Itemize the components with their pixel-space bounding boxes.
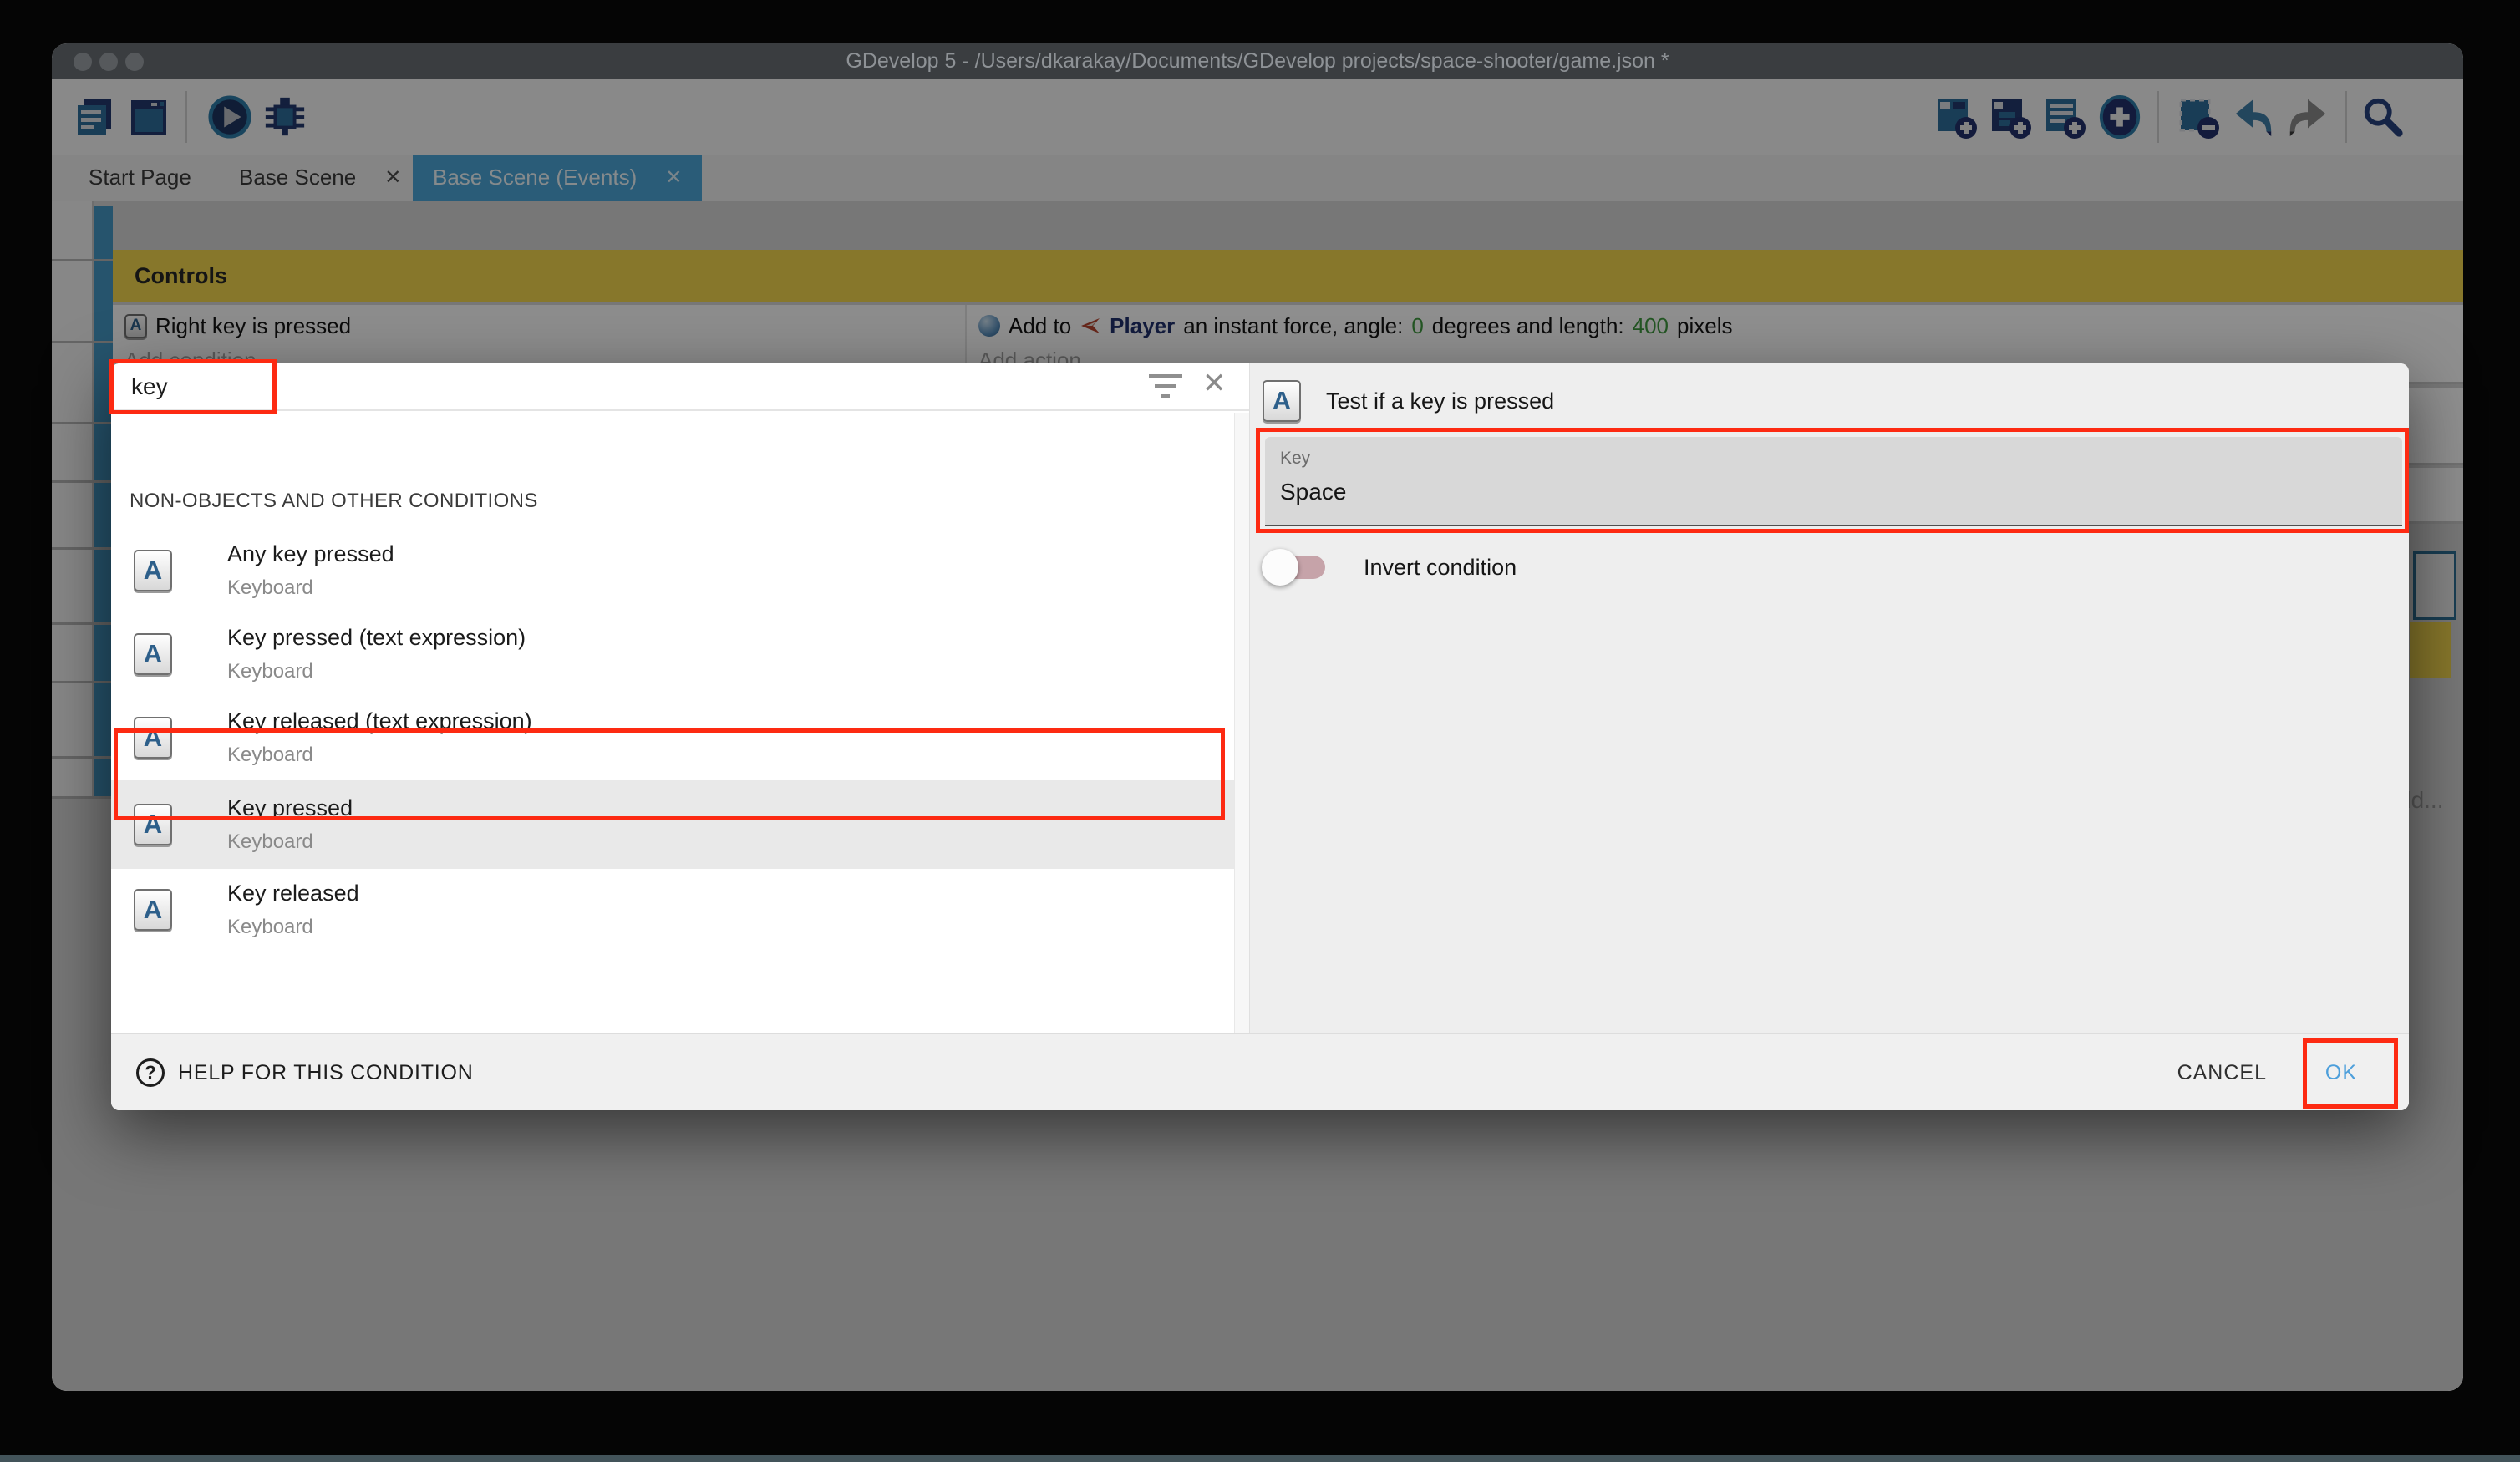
cancel-button[interactable]: CANCEL bbox=[2177, 1034, 2267, 1111]
search-input[interactable] bbox=[131, 370, 1134, 404]
minimize-window-icon[interactable] bbox=[99, 53, 118, 71]
invert-condition-label: Invert condition bbox=[1364, 555, 1517, 581]
filter-icon[interactable] bbox=[1146, 373, 1186, 403]
list-item-key-pressed-text-expression[interactable]: A Key pressed (text expression) Keyboard bbox=[111, 613, 1234, 697]
help-button[interactable]: ? HELP FOR THIS CONDITION bbox=[136, 1034, 474, 1111]
invert-condition-toggle[interactable] bbox=[1265, 554, 1330, 581]
annotation-box-ok bbox=[2303, 1038, 2398, 1109]
condition-editor-title: Test if a key is pressed bbox=[1326, 388, 1554, 414]
help-icon: ? bbox=[136, 1058, 165, 1087]
close-window-icon[interactable] bbox=[74, 53, 92, 71]
window-title: GDevelop 5 - /Users/dkarakay/Documents/G… bbox=[846, 49, 1669, 74]
list-item-key-released[interactable]: A Key released Keyboard bbox=[111, 869, 1234, 952]
invert-condition-row: Invert condition bbox=[1265, 554, 1517, 581]
list-scrollbar[interactable] bbox=[1234, 413, 1249, 1033]
conditions-list: NON-OBJECTS AND OTHER CONDITIONS A Any k… bbox=[111, 413, 1234, 1033]
macos-titlebar: GDevelop 5 - /Users/dkarakay/Documents/G… bbox=[52, 43, 2463, 79]
keyboard-key-icon: A bbox=[134, 889, 172, 931]
toggle-thumb[interactable] bbox=[1262, 549, 1298, 586]
dialog-footer: ? HELP FOR THIS CONDITION CANCEL OK bbox=[111, 1033, 2409, 1110]
desktop-edge bbox=[0, 1455, 2520, 1462]
screenshot-stage: GDevelop 5 - /Users/dkarakay/Documents/G… bbox=[0, 0, 2520, 1462]
zoom-window-icon[interactable] bbox=[125, 53, 144, 71]
keyboard-key-icon: A bbox=[134, 550, 172, 591]
list-item-any-key-pressed[interactable]: A Any key pressed Keyboard bbox=[111, 530, 1234, 613]
clear-search-icon[interactable]: ✕ bbox=[1202, 367, 1227, 400]
keyboard-key-icon: A bbox=[1263, 380, 1301, 422]
annotation-box-key-pressed bbox=[114, 728, 1225, 820]
annotation-box-key-field bbox=[1256, 428, 2409, 533]
annotation-box-search bbox=[109, 359, 277, 414]
keyboard-key-icon: A bbox=[134, 633, 172, 675]
search-row: ✕ bbox=[111, 363, 1249, 411]
list-section-header: NON-OBJECTS AND OTHER CONDITIONS bbox=[130, 490, 538, 513]
